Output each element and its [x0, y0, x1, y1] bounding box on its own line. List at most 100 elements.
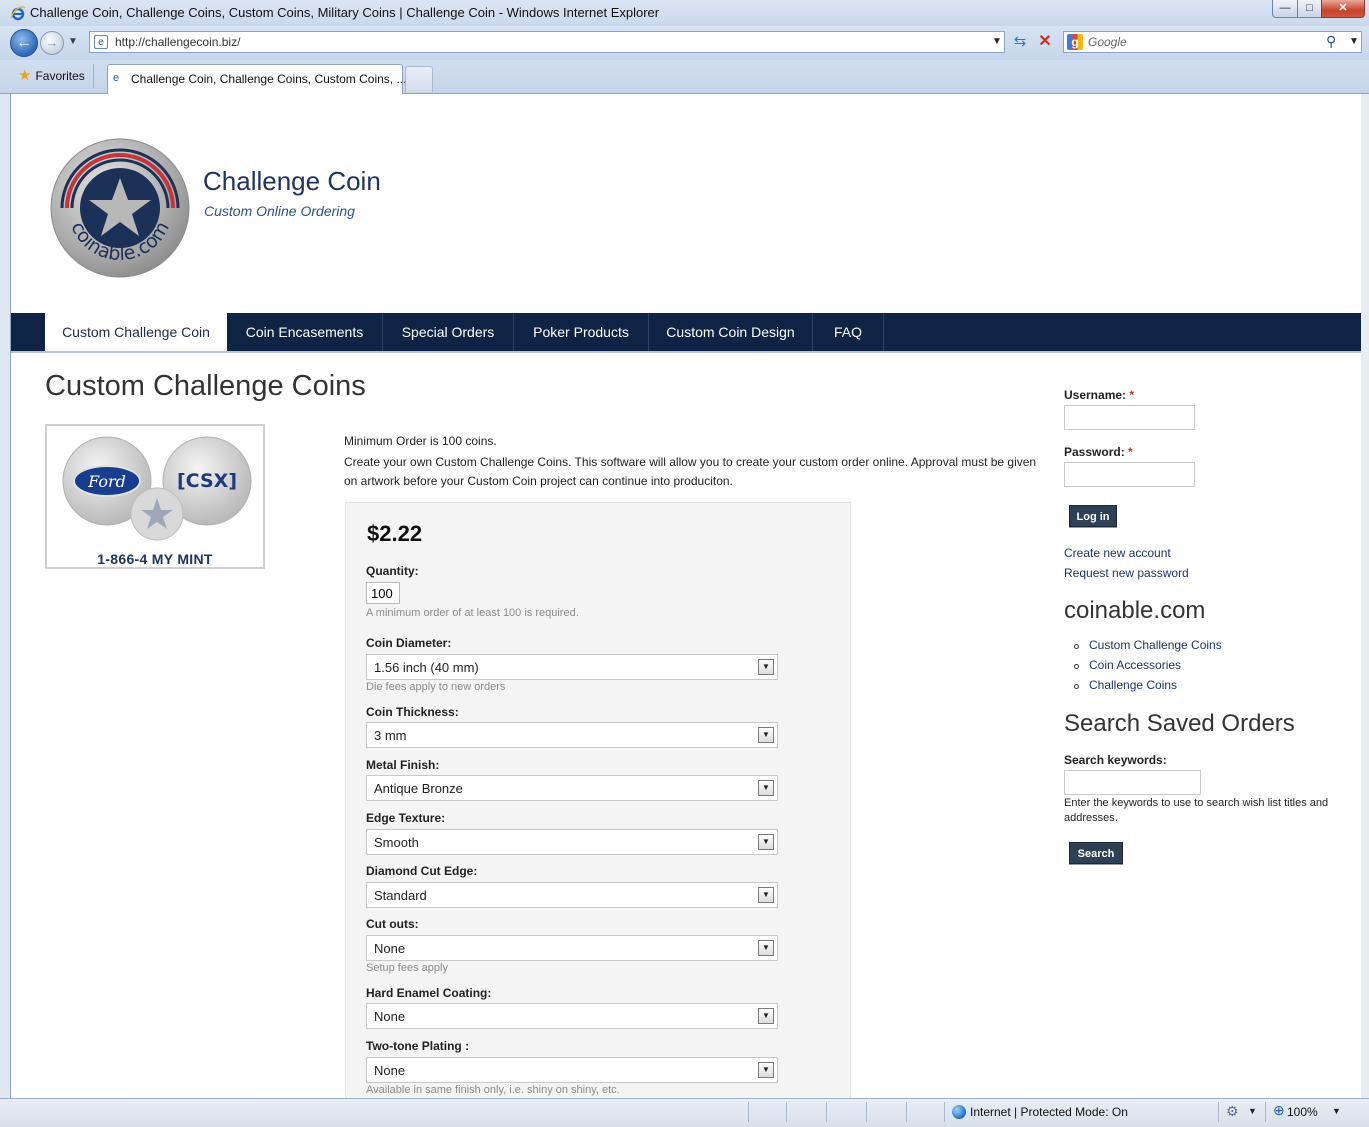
status-bar: Internet | Protected Mode: On ⚙ ▼ ⊕ 100%…: [0, 1098, 1369, 1127]
plating-label: Two-tone Plating :: [366, 1039, 470, 1053]
search-button[interactable]: Search: [1069, 842, 1123, 864]
status-divider: [944, 1102, 945, 1122]
username-label: Username: *: [1064, 388, 1135, 402]
site-name[interactable]: Challenge Coin: [203, 166, 381, 197]
quantity-label: Quantity:: [366, 564, 419, 578]
plating-select[interactable]: None ▼: [366, 1057, 778, 1083]
password-label: Password: *: [1064, 445, 1133, 459]
diameter-help: Die fees apply to new orders: [366, 681, 506, 693]
required-mark: *: [1128, 445, 1133, 459]
create-account-link[interactable]: Create new account: [1064, 546, 1171, 560]
chevron-down-icon[interactable]: ▼: [1349, 36, 1359, 47]
plating-value: None: [374, 1063, 406, 1078]
status-divider: [748, 1102, 749, 1122]
protected-mode-icon[interactable]: ⚙: [1226, 1103, 1239, 1120]
links-heading: coinable.com: [1064, 597, 1206, 624]
address-bar[interactable]: e http://challengecoin.biz/ ▼: [89, 31, 1005, 53]
refresh-icon: ⇆: [1013, 33, 1027, 50]
history-dropdown-icon[interactable]: ▼: [68, 36, 80, 48]
chevron-down-icon[interactable]: ▼: [758, 887, 774, 903]
tab-row: ★ Favorites e Challenge Coin, Challenge C…: [0, 60, 1369, 94]
csx-coin-text: [CSX]: [177, 470, 237, 492]
status-divider: [1265, 1102, 1266, 1122]
security-zone[interactable]: Internet | Protected Mode: On: [970, 1105, 1128, 1119]
list-item[interactable]: Custom Challenge Coins: [1064, 638, 1222, 658]
list-item[interactable]: Challenge Coins: [1064, 678, 1222, 698]
request-password-link[interactable]: Request new password: [1064, 566, 1189, 580]
login-button[interactable]: Log in: [1069, 505, 1117, 527]
chevron-down-icon[interactable]: ▼: [992, 36, 1002, 47]
nav-item-custom-challenge-coin[interactable]: Custom Challenge Coin: [45, 313, 227, 351]
nav-item-coin-encasements[interactable]: Coin Encasements: [227, 313, 383, 351]
magnifier-icon[interactable]: ⚲: [1326, 33, 1336, 50]
search-placeholder[interactable]: Google: [1088, 35, 1127, 49]
zoom-level[interactable]: 100%: [1287, 1105, 1318, 1119]
finish-select[interactable]: Antique Bronze ▼: [366, 775, 778, 801]
chevron-down-icon[interactable]: ▼: [758, 727, 774, 743]
site-slogan: Custom Online Ordering: [204, 203, 355, 219]
chevron-down-icon[interactable]: ▼: [758, 659, 774, 675]
diamond-value: Standard: [374, 888, 427, 903]
chevron-down-icon[interactable]: ▼: [1248, 1106, 1257, 1116]
close-window-button[interactable]: ✕: [1321, 0, 1365, 18]
zoom-icon[interactable]: ⊕: [1273, 1102, 1285, 1119]
forward-arrow-icon: →: [45, 35, 59, 50]
search-keywords-input[interactable]: [1064, 770, 1201, 795]
links-list: Custom Challenge Coins Coin Accessories …: [1064, 638, 1222, 698]
thickness-select[interactable]: 3 mm ▼: [366, 722, 778, 748]
address-url[interactable]: http://challengecoin.biz/: [115, 35, 240, 49]
ie-page-icon: e: [113, 72, 120, 84]
chevron-down-icon[interactable]: ▼: [758, 1008, 774, 1024]
globe-icon: [952, 1105, 966, 1119]
product-image[interactable]: Ford [CSX] 1-866-4 MY MINT: [45, 424, 265, 569]
status-divider: [866, 1102, 867, 1122]
scrollbar[interactable]: [1361, 94, 1369, 1098]
favorites-label: Favorites: [35, 69, 85, 83]
chevron-down-icon[interactable]: ▼: [758, 780, 774, 796]
nav-item-poker-products[interactable]: Poker Products: [514, 313, 649, 351]
order-form: $2.22 Quantity: A minimum order of at le…: [345, 502, 851, 1098]
list-item[interactable]: Coin Accessories: [1064, 658, 1222, 678]
forward-button[interactable]: →: [40, 31, 64, 55]
page-icon: e: [94, 35, 108, 49]
new-tab-button[interactable]: [405, 66, 433, 92]
diameter-select[interactable]: 1.56 inch (40 mm) ▼: [366, 654, 778, 680]
ford-coin-text: Ford: [87, 472, 126, 491]
plating-help: Available in same finish only, i.e. shin…: [366, 1084, 620, 1096]
chevron-down-icon[interactable]: ▼: [1332, 1106, 1341, 1116]
chevron-down-icon[interactable]: ▼: [758, 940, 774, 956]
minimize-button[interactable]: —: [1272, 0, 1298, 18]
chevron-down-icon[interactable]: ▼: [758, 834, 774, 850]
stop-button[interactable]: ✕: [1034, 31, 1056, 53]
nav-item-faq[interactable]: FAQ: [813, 313, 884, 351]
enamel-select[interactable]: None ▼: [366, 1003, 778, 1029]
tab-active[interactable]: e Challenge Coin, Challenge Coins, Custo…: [107, 64, 406, 94]
min-order-text: Minimum Order is 100 coins.: [344, 434, 497, 448]
coin-samples-illustration: Ford [CSX]: [62, 436, 252, 541]
cutouts-help: Setup fees apply: [366, 962, 448, 974]
product-description: Create your own Custom Challenge Coins. …: [344, 455, 1037, 488]
maximize-button[interactable]: □: [1297, 0, 1322, 18]
browser-search-box[interactable]: g Google ⚲ ▼: [1063, 31, 1362, 53]
cutouts-label: Cut outs:: [366, 917, 419, 931]
page-title: Custom Challenge Coins: [45, 370, 366, 402]
status-divider: [826, 1102, 827, 1122]
ie-logo-icon: [10, 6, 26, 21]
quantity-input[interactable]: [366, 582, 400, 604]
thickness-label: Coin Thickness:: [366, 705, 459, 719]
chevron-down-icon[interactable]: ▼: [758, 1062, 774, 1078]
edge-select[interactable]: Smooth ▼: [366, 829, 778, 855]
password-input[interactable]: [1064, 462, 1195, 487]
refresh-button[interactable]: ⇆: [1009, 31, 1031, 53]
cutouts-select[interactable]: None ▼: [366, 935, 778, 961]
diamond-select[interactable]: Standard ▼: [366, 882, 778, 908]
favorites-button[interactable]: ★ Favorites: [12, 64, 94, 88]
back-button[interactable]: ←: [10, 29, 38, 57]
username-input[interactable]: [1064, 405, 1195, 430]
price: $2.22: [367, 521, 423, 546]
site-logo[interactable]: coinable.com: [50, 138, 190, 278]
required-mark: *: [1129, 388, 1135, 402]
nav-item-custom-coin-design[interactable]: Custom Coin Design: [649, 313, 813, 351]
nav-item-special-orders[interactable]: Special Orders: [383, 313, 514, 351]
search-heading: Search Saved Orders: [1064, 710, 1295, 737]
